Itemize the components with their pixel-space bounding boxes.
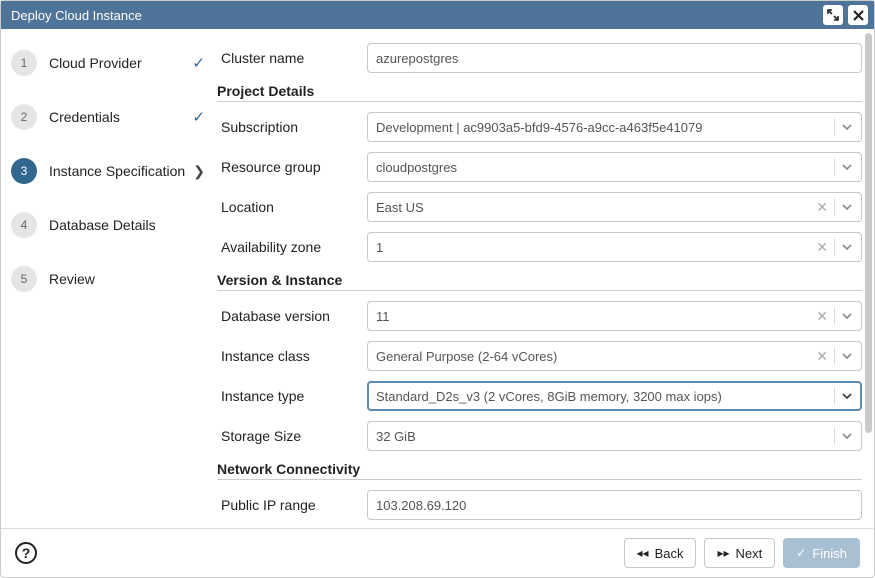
row-public-ip: Public IP range: [217, 490, 862, 520]
step-database-details[interactable]: 4 Database Details: [11, 205, 205, 245]
dialog-footer: ? ◂◂ Back ▸▸ Next ✓ Finish: [1, 529, 874, 577]
window-title: Deploy Cloud Instance: [11, 8, 818, 23]
finish-label: Finish: [812, 546, 847, 561]
instance-class-value: General Purpose (2-64 vCores): [376, 349, 816, 364]
storage-size-value: 32 GiB: [376, 429, 828, 444]
row-availability-zone: Availability zone 1 ✕: [217, 232, 862, 262]
row-resource-group: Resource group cloudpostgres: [217, 152, 862, 182]
clear-icon[interactable]: ✕: [816, 348, 828, 365]
step-number: 1: [11, 50, 37, 76]
step-number: 2: [11, 104, 37, 130]
clear-icon[interactable]: ✕: [816, 199, 828, 216]
step-credentials[interactable]: 2 Credentials ✓: [11, 97, 205, 137]
step-instance-specification[interactable]: 3 Instance Specification ❯: [11, 151, 205, 191]
back-button[interactable]: ◂◂ Back: [624, 538, 697, 568]
instance-class-select[interactable]: General Purpose (2-64 vCores) ✕: [367, 341, 862, 371]
clear-icon[interactable]: ✕: [816, 308, 828, 325]
wizard-steps: 1 Cloud Provider ✓ 2 Credentials ✓ 3 Ins…: [1, 29, 211, 528]
scrollbar-track[interactable]: [864, 31, 873, 526]
row-instance-type: Instance type Standard_D2s_v3 (2 vCores,…: [217, 381, 862, 411]
check-icon: ✓: [796, 546, 806, 560]
chevron-down-icon[interactable]: [841, 310, 853, 322]
availability-zone-value: 1: [376, 240, 816, 255]
database-version-value: 11: [376, 309, 816, 324]
separator: [834, 198, 835, 216]
next-label: Next: [736, 546, 763, 561]
back-label: Back: [655, 546, 684, 561]
storage-size-label: Storage Size: [217, 428, 367, 444]
subscription-label: Subscription: [217, 119, 367, 135]
forward-icon: ▸▸: [717, 546, 729, 560]
storage-size-select[interactable]: 32 GiB: [367, 421, 862, 451]
help-icon[interactable]: ?: [15, 542, 37, 564]
chevron-down-icon[interactable]: [841, 121, 853, 133]
public-ip-input[interactable]: [367, 490, 862, 520]
row-database-version: Database version 11 ✕: [217, 301, 862, 331]
location-label: Location: [217, 199, 367, 215]
row-cluster-name: Cluster name: [217, 43, 862, 73]
chevron-down-icon[interactable]: [841, 161, 853, 173]
instance-type-label: Instance type: [217, 388, 367, 404]
clear-icon[interactable]: ✕: [816, 239, 828, 256]
step-number: 5: [11, 266, 37, 292]
public-ip-label: Public IP range: [217, 497, 367, 513]
row-location: Location East US ✕: [217, 192, 862, 222]
availability-zone-label: Availability zone: [217, 239, 367, 255]
row-instance-class: Instance class General Purpose (2-64 vCo…: [217, 341, 862, 371]
step-label: Instance Specification: [49, 163, 189, 179]
step-label: Credentials: [49, 109, 188, 125]
resource-group-value: cloudpostgres: [376, 160, 828, 175]
separator: [834, 158, 835, 176]
instance-type-value: Standard_D2s_v3 (2 vCores, 8GiB memory, …: [376, 389, 828, 404]
instance-class-label: Instance class: [217, 348, 367, 364]
cluster-name-label: Cluster name: [217, 50, 367, 66]
step-cloud-provider[interactable]: 1 Cloud Provider ✓: [11, 43, 205, 83]
row-storage-size: Storage Size 32 GiB: [217, 421, 862, 451]
separator: [834, 427, 835, 445]
chevron-down-icon[interactable]: [841, 390, 853, 402]
close-icon[interactable]: [848, 5, 868, 25]
chevron-down-icon[interactable]: [841, 241, 853, 253]
subscription-select[interactable]: Development | ac9903a5-bfd9-4576-a9cc-a4…: [367, 112, 862, 142]
row-subscription: Subscription Development | ac9903a5-bfd9…: [217, 112, 862, 142]
check-icon: ✓: [192, 54, 205, 72]
chevron-right-icon: ❯: [193, 163, 205, 180]
expand-icon[interactable]: [823, 5, 843, 25]
section-project-details: Project Details: [217, 83, 862, 102]
separator: [834, 387, 835, 405]
section-version-instance: Version & Instance: [217, 272, 862, 291]
rewind-icon: ◂◂: [637, 546, 649, 560]
dialog-body: 1 Cloud Provider ✓ 2 Credentials ✓ 3 Ins…: [1, 29, 874, 529]
subscription-value: Development | ac9903a5-bfd9-4576-a9cc-a4…: [376, 120, 828, 135]
availability-zone-select[interactable]: 1 ✕: [367, 232, 862, 262]
separator: [834, 238, 835, 256]
scrollbar-thumb[interactable]: [865, 33, 872, 433]
next-button[interactable]: ▸▸ Next: [704, 538, 775, 568]
database-version-select[interactable]: 11 ✕: [367, 301, 862, 331]
titlebar: Deploy Cloud Instance: [1, 1, 874, 29]
location-select[interactable]: East US ✕: [367, 192, 862, 222]
step-label: Cloud Provider: [49, 55, 188, 71]
location-value: East US: [376, 200, 816, 215]
finish-button[interactable]: ✓ Finish: [783, 538, 860, 568]
step-number: 4: [11, 212, 37, 238]
form-content: Cluster name Project Details Subscriptio…: [211, 29, 874, 528]
step-label: Database Details: [49, 217, 205, 233]
resource-group-select[interactable]: cloudpostgres: [367, 152, 862, 182]
separator: [834, 118, 835, 136]
database-version-label: Database version: [217, 308, 367, 324]
separator: [834, 307, 835, 325]
cluster-name-input[interactable]: [367, 43, 862, 73]
chevron-down-icon[interactable]: [841, 201, 853, 213]
step-review[interactable]: 5 Review: [11, 259, 205, 299]
check-icon: ✓: [192, 108, 205, 126]
resource-group-label: Resource group: [217, 159, 367, 175]
chevron-down-icon[interactable]: [841, 350, 853, 362]
section-network-connectivity: Network Connectivity: [217, 461, 862, 480]
step-label: Review: [49, 271, 205, 287]
instance-type-select[interactable]: Standard_D2s_v3 (2 vCores, 8GiB memory, …: [367, 381, 862, 411]
step-number: 3: [11, 158, 37, 184]
separator: [834, 347, 835, 365]
chevron-down-icon[interactable]: [841, 430, 853, 442]
